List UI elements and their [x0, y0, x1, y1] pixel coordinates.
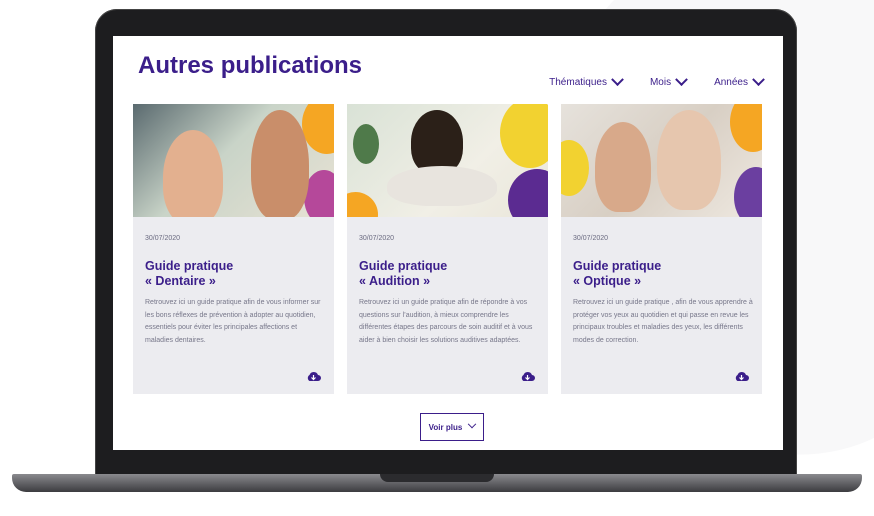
filter-label: Années	[714, 77, 748, 88]
chevron-down-icon	[468, 419, 477, 429]
card-title-line: « Audition »	[359, 274, 431, 288]
card-title: Guide pratique « Dentaire »	[145, 259, 325, 289]
card-title: Guide pratique « Optique »	[573, 259, 753, 289]
card-title: Guide pratique « Audition »	[359, 259, 539, 289]
publication-date: 30/07/2020	[573, 235, 609, 242]
filter-bar: Thématiques Mois Années	[521, 73, 765, 88]
filter-label: Thématiques	[549, 77, 607, 88]
chevron-down-icon	[675, 73, 688, 87]
filter-annees[interactable]: Années	[714, 73, 765, 88]
chevron-down-icon	[611, 73, 624, 87]
card-description: Retrouvez ici un guide pratique afin de …	[359, 299, 533, 344]
voir-plus-label: Voir plus	[428, 422, 463, 432]
card-title-line: Guide pratique	[359, 259, 448, 273]
chevron-down-icon	[752, 73, 765, 87]
card-photo	[133, 104, 334, 217]
card-photo	[347, 104, 548, 217]
voir-plus-button[interactable]: Voir plus	[420, 413, 484, 441]
card-description: Retrouvez ici un guide pratique , afin d…	[573, 299, 753, 344]
publication-card-optique[interactable]: 30/07/2020 Guide pratique « Optique » Re…	[561, 104, 762, 394]
card-photo	[561, 104, 762, 217]
card-title-line: Guide pratique	[573, 259, 662, 273]
filter-thematiques[interactable]: Thématiques	[549, 73, 624, 88]
cloud-download-icon[interactable]	[520, 371, 535, 382]
publication-date: 30/07/2020	[145, 235, 181, 242]
card-title-line: Guide pratique	[145, 259, 234, 273]
publication-card-dentaire[interactable]: 30/07/2020 Guide pratique « Dentaire » R…	[133, 104, 334, 394]
card-title-line: « Dentaire »	[145, 274, 216, 288]
filter-mois[interactable]: Mois	[649, 73, 688, 88]
card-description: Retrouvez ici un guide pratique afin de …	[145, 299, 321, 344]
page-title: Autres publications	[138, 52, 363, 79]
publication-card-audition[interactable]: 30/07/2020 Guide pratique « Audition » R…	[347, 104, 548, 394]
card-title-line: « Optique »	[573, 274, 642, 288]
cloud-download-icon[interactable]	[734, 371, 749, 382]
filter-label: Mois	[649, 77, 672, 88]
publication-date: 30/07/2020	[359, 235, 395, 242]
laptop-notch	[380, 474, 494, 482]
cloud-download-icon[interactable]	[306, 371, 321, 382]
laptop-screen: Autres publications Thématiques Mois Ann…	[113, 36, 783, 450]
